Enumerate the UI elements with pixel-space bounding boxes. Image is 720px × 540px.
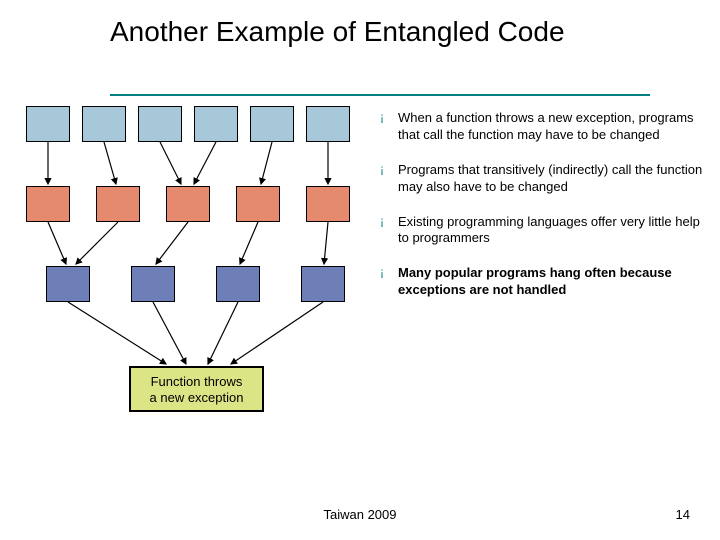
- diagram-box: [166, 186, 210, 222]
- diagram: Function throws a new exception: [26, 106, 356, 436]
- diagram-box: [26, 186, 70, 222]
- bullet-text: Existing programming languages offer ver…: [398, 214, 706, 248]
- bullet-item: ¡ Existing programming languages offer v…: [380, 214, 706, 248]
- page-number: 14: [676, 507, 690, 522]
- diagram-box: [250, 106, 294, 142]
- slide-title: Another Example of Entangled Code: [110, 16, 630, 48]
- diagram-box: [82, 106, 126, 142]
- bullet-text: Programs that transitively (indirectly) …: [398, 162, 706, 196]
- footer-center: Taiwan 2009: [0, 507, 720, 522]
- bullet-item: ¡ Programs that transitively (indirectly…: [380, 162, 706, 196]
- diagram-box: [216, 266, 260, 302]
- bullet-marker-icon: ¡: [380, 110, 392, 144]
- diagram-box: [301, 266, 345, 302]
- diagram-box: [194, 106, 238, 142]
- bullet-item: ¡ When a function throws a new exception…: [380, 110, 706, 144]
- bullet-marker-icon: ¡: [380, 214, 392, 248]
- diagram-box: [26, 106, 70, 142]
- diagram-box: [131, 266, 175, 302]
- diagram-box: [96, 186, 140, 222]
- title-underline: [110, 94, 650, 96]
- bullet-item: ¡ Many popular programs hang often becau…: [380, 265, 706, 299]
- title-container: Another Example of Entangled Code: [110, 16, 630, 48]
- bullet-list: ¡ When a function throws a new exception…: [380, 110, 706, 317]
- diagram-box: [46, 266, 90, 302]
- slide: Another Example of Entangled Code: [0, 0, 720, 540]
- diagram-box: [138, 106, 182, 142]
- bullet-marker-icon: ¡: [380, 265, 392, 299]
- function-box-line2: a new exception: [150, 390, 244, 405]
- function-box: Function throws a new exception: [129, 366, 264, 412]
- bullet-text: Many popular programs hang often because…: [398, 265, 706, 299]
- bullet-marker-icon: ¡: [380, 162, 392, 196]
- diagram-box: [306, 106, 350, 142]
- bullet-text: When a function throws a new exception, …: [398, 110, 706, 144]
- function-box-line1: Function throws: [151, 374, 243, 389]
- diagram-box: [306, 186, 350, 222]
- diagram-box: [236, 186, 280, 222]
